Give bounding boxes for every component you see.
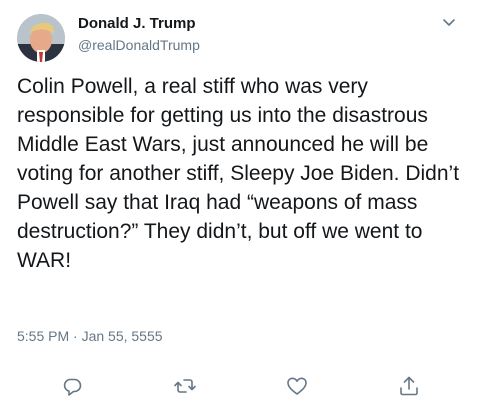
author-handle[interactable]: @realDonaldTrump [78,36,200,54]
share-icon[interactable] [397,374,421,398]
retweet-icon[interactable] [173,374,197,398]
tweet-card: Donald J. Trump @realDonaldTrump Colin P… [0,0,480,410]
author-info: Donald J. Trump @realDonaldTrump [78,15,200,54]
tweet-text: Colin Powell, a real stiff who was very … [17,75,460,272]
reply-icon[interactable] [60,374,84,398]
tweet-actions [0,368,480,408]
heart-icon[interactable] [285,374,309,398]
chevron-down-icon[interactable] [441,14,457,30]
tweet-timestamp[interactable]: 5:55 PM · Jan 55, 5555 [17,328,163,344]
author-display-name[interactable]: Donald J. Trump [78,15,200,33]
avatar[interactable] [17,14,65,62]
